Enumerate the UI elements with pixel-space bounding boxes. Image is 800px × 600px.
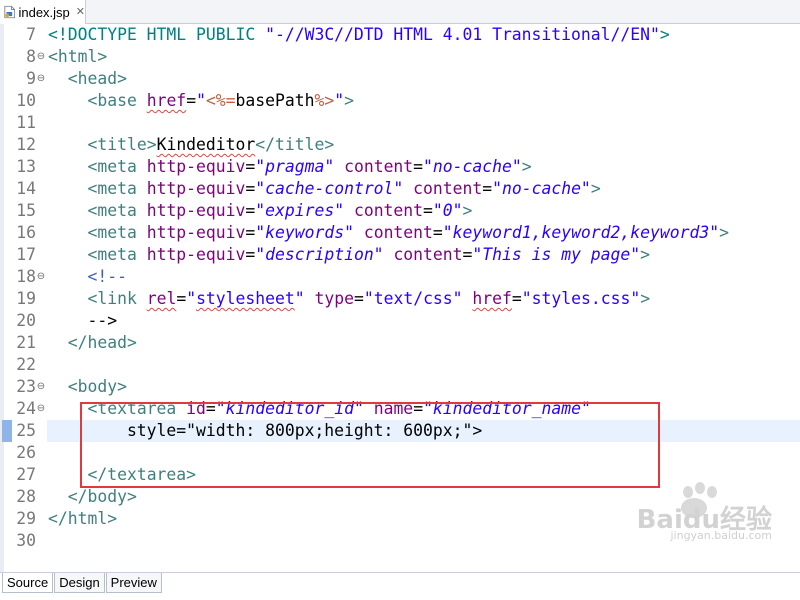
fold-toggle-icon[interactable]: ⊖ (35, 266, 47, 288)
tab-source[interactable]: Source (2, 573, 54, 593)
line-number: 25 (16, 421, 36, 440)
code-line[interactable]: 10 <base href="<%=basePath%>"> (0, 90, 800, 112)
line-number: 11 (16, 113, 36, 132)
tab-label: index.jsp (18, 4, 70, 20)
code-line[interactable]: 9 ⊖ <head> (0, 68, 800, 90)
line-number: 19 (16, 289, 36, 308)
code-text: <html> (48, 47, 108, 66)
code-line[interactable]: 18 ⊖ <!-- (0, 266, 800, 288)
tab-design[interactable]: Design (54, 573, 105, 593)
line-number: 22 (16, 355, 36, 374)
code-line[interactable]: 14 <meta http-equiv="cache-control" cont… (0, 178, 800, 200)
code-line[interactable]: 29 </html> (0, 508, 800, 530)
code-line[interactable]: 20 --> (0, 310, 800, 332)
line-number: 18 (16, 267, 36, 286)
line-number: 10 (16, 91, 36, 110)
code-text: <!-- (87, 267, 127, 286)
code-line[interactable]: 7 <!DOCTYPE HTML PUBLIC "-//W3C//DTD HTML… (0, 24, 800, 46)
code-text: <meta http-equiv="expires" content="0"> (87, 201, 473, 220)
code-text: <meta http-equiv="pragma" content="no-ca… (87, 157, 532, 176)
line-number: 26 (16, 443, 36, 462)
line-number: 14 (16, 179, 36, 198)
fold-toggle-icon[interactable]: ⊖ (35, 398, 47, 420)
tab-preview[interactable]: Preview (105, 573, 162, 593)
jsp-file-icon (4, 5, 16, 19)
line-number: 8 (26, 47, 36, 66)
code-line[interactable]: 21 </head> (0, 332, 800, 354)
code-line[interactable]: 16 <meta http-equiv="keywords" content="… (0, 222, 800, 244)
code-text: <head> (67, 69, 127, 88)
code-line[interactable]: 12 <title>Kindeditor</title> (0, 134, 800, 156)
line-number: 28 (16, 487, 36, 506)
line-number: 21 (16, 333, 36, 352)
line-number: 24 (16, 399, 36, 418)
line-number: 30 (16, 531, 36, 550)
tab-index-jsp[interactable]: index.jsp ✕ (0, 0, 86, 24)
code-text: <meta http-equiv="cache-control" content… (87, 179, 601, 198)
code-text: --> (48, 311, 118, 330)
code-text: <!DOCTYPE HTML PUBLIC "-//W3C//DTD HTML … (48, 25, 670, 44)
code-line[interactable]: 22 (0, 354, 800, 376)
code-line[interactable]: 11 (0, 112, 800, 134)
line-number: 9 (26, 69, 36, 88)
code-text: <link rel="stylesheet" type="text/css" h… (87, 289, 651, 308)
code-text: <base href="<%=basePath%>"> (87, 91, 354, 110)
code-text: <title>Kindeditor</title> (87, 135, 335, 154)
code-text: <meta http-equiv="keywords" content="key… (87, 223, 729, 242)
code-text: </html> (48, 509, 118, 528)
code-line[interactable]: 8 ⊖ <html> (0, 46, 800, 68)
line-number: 13 (16, 157, 36, 176)
code-text: </head> (67, 333, 137, 352)
code-line[interactable]: 28 </body> (0, 486, 800, 508)
line-number: 12 (16, 135, 36, 154)
line-number: 27 (16, 465, 36, 484)
fold-toggle-icon[interactable]: ⊖ (35, 46, 47, 68)
code-line[interactable]: 19 <link rel="stylesheet" type="text/css… (0, 288, 800, 310)
fold-toggle-icon[interactable]: ⊖ (35, 376, 47, 398)
code-line[interactable]: 15 <meta http-equiv="expires" content="0… (0, 200, 800, 222)
line-number: 16 (16, 223, 36, 242)
annotation-highlight-box (80, 402, 660, 488)
code-line[interactable]: 13 <meta http-equiv="pragma" content="no… (0, 156, 800, 178)
editor-view-tabs: Source Design Preview (0, 572, 800, 600)
line-number: 7 (26, 25, 36, 44)
fold-toggle-icon[interactable]: ⊖ (35, 68, 47, 90)
line-number: 20 (16, 311, 36, 330)
line-number: 23 (16, 377, 36, 396)
line-number: 17 (16, 245, 36, 264)
code-editor[interactable]: 7 <!DOCTYPE HTML PUBLIC "-//W3C//DTD HTML… (0, 24, 800, 572)
line-number: 15 (16, 201, 36, 220)
code-line[interactable]: 23 ⊖ <body> (0, 376, 800, 398)
code-text: </body> (67, 487, 137, 506)
line-number: 29 (16, 509, 36, 528)
close-icon[interactable]: ✕ (76, 6, 85, 18)
code-line[interactable]: 30 (0, 530, 800, 552)
code-text: <body> (67, 377, 127, 396)
code-line[interactable]: 17 <meta http-equiv="description" conten… (0, 244, 800, 266)
code-text: <meta http-equiv="description" content="… (87, 245, 651, 264)
editor-tab-bar: index.jsp ✕ (0, 0, 800, 24)
